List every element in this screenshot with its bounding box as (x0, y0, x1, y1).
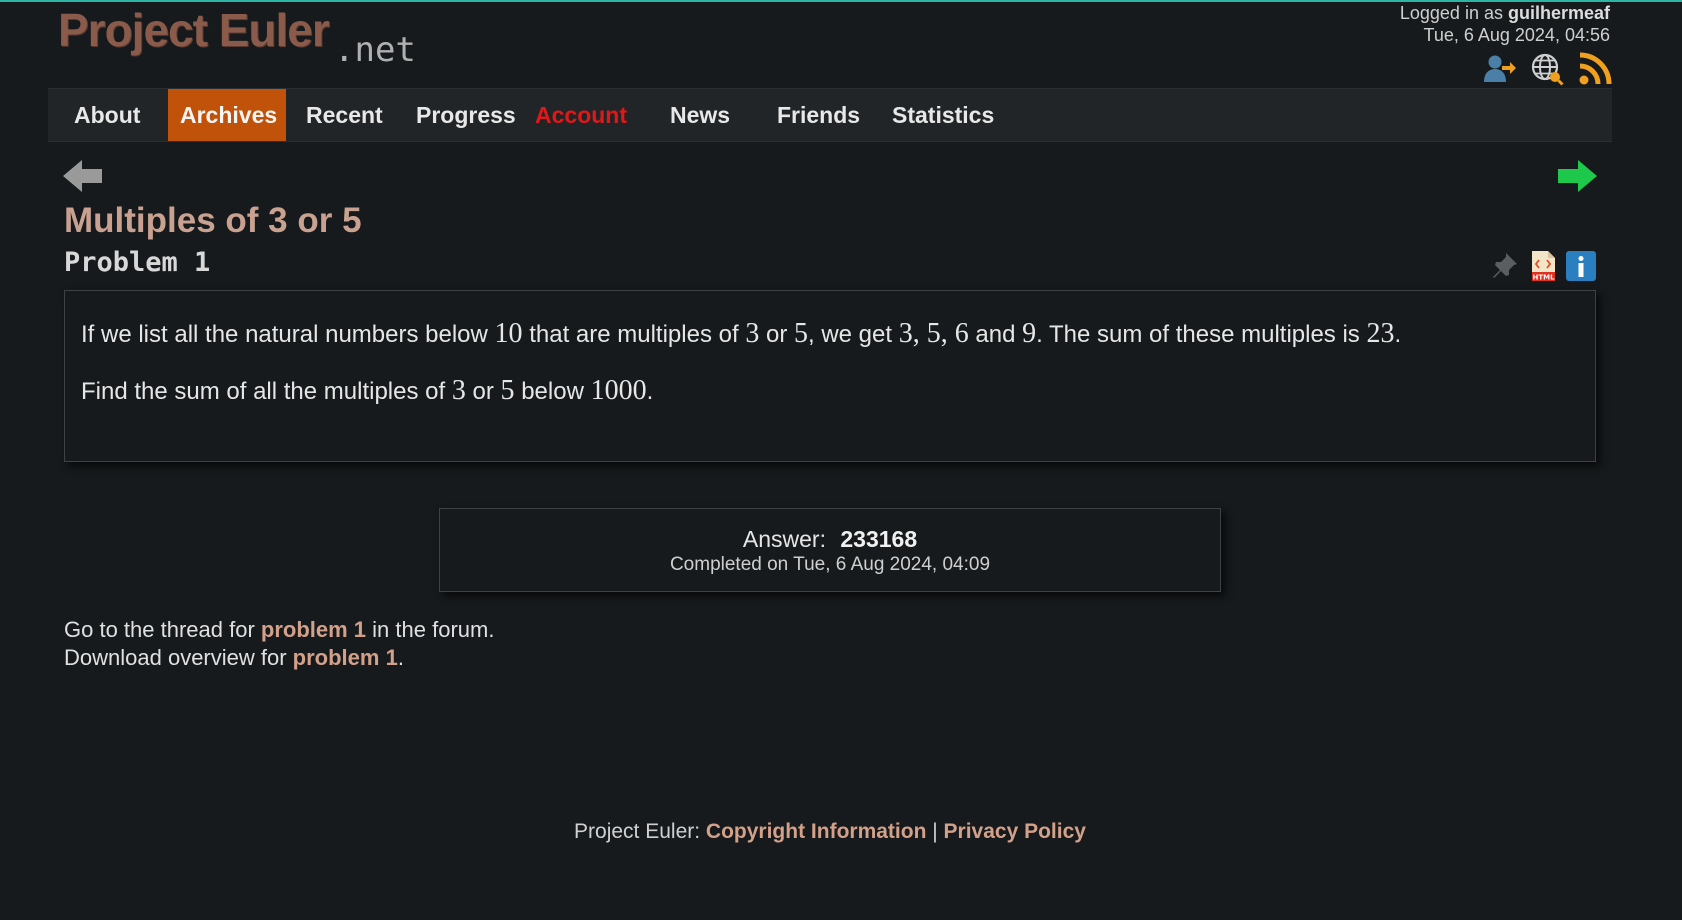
download-overview-link[interactable]: problem 1 (293, 645, 398, 670)
html-file-icon: HTML (1532, 251, 1555, 282)
text: . The sum of these multiples is (1036, 321, 1367, 348)
footer-prefix: Project Euler: (574, 820, 706, 843)
problem-paragraph-1: If we list all the natural numbers below… (81, 317, 1579, 352)
rss-button[interactable] (1578, 52, 1612, 86)
logged-in-prefix: Logged in as (1399, 3, 1508, 23)
text: and (968, 321, 1023, 348)
info-icon (1566, 251, 1596, 281)
answer-value: 233168 (840, 526, 918, 552)
math: 3 (451, 375, 466, 406)
answer-line: Answer: 233168 (440, 525, 1220, 553)
math: 3, 5, 6 (898, 318, 969, 349)
math: 5 (794, 318, 808, 349)
text: . (1394, 321, 1402, 348)
text: If we list all the natural numbers below (81, 321, 495, 348)
pin-icon (1493, 253, 1517, 278)
logout-icon (1484, 55, 1516, 82)
text: or (759, 321, 794, 348)
site-logo[interactable]: Project Euler .net (58, 6, 438, 68)
text: Find the sum of all the multiples of (81, 378, 452, 405)
svg-text:HTML: HTML (1532, 274, 1555, 282)
text: . (397, 645, 404, 670)
footer-separator: | (926, 820, 944, 843)
text: in the forum. (366, 617, 495, 642)
math: 10 (494, 318, 523, 349)
math: 23 (1366, 318, 1395, 349)
pin-button[interactable] (1490, 250, 1520, 282)
logo-suffix: .net (334, 30, 416, 70)
forum-thread-line: Go to the thread for problem 1 in the fo… (64, 616, 494, 644)
math: 9 (1022, 318, 1037, 349)
forum-thread-link[interactable]: problem 1 (261, 617, 366, 642)
nav-recent[interactable]: Recent (294, 89, 395, 141)
language-icon (1531, 53, 1564, 86)
text: that are multiples of (522, 321, 746, 348)
language-button[interactable] (1530, 52, 1564, 86)
copyright-link[interactable]: Copyright Information (706, 820, 926, 843)
nav-statistics[interactable]: Statistics (880, 89, 1006, 141)
html-download-button[interactable]: HTML (1528, 250, 1558, 282)
text: Download overview for (64, 645, 293, 670)
math: 1000 (590, 375, 647, 406)
main-nav: About Archives Recent Progress Account N… (48, 88, 1612, 142)
math: 3 (745, 318, 760, 349)
username: guilhermeaf (1507, 3, 1610, 23)
nav-news[interactable]: News (658, 89, 742, 141)
logged-in-line: Logged in as guilhermeaf (1400, 2, 1610, 24)
user-info: Logged in as guilhermeaf Tue, 6 Aug 2024… (1400, 2, 1610, 46)
current-datetime: Tue, 6 Aug 2024, 04:56 (1423, 25, 1611, 45)
problem-title: Multiples of 3 or 5 (64, 201, 362, 240)
logo-text: Project Euler (58, 4, 330, 56)
problem-statement: If we list all the natural numbers below… (64, 290, 1596, 462)
answer-label: Answer: (742, 526, 826, 552)
completed-date: Completed on Tue, 6 Aug 2024, 04:09 (669, 554, 991, 575)
nav-account[interactable]: Account (523, 89, 639, 141)
nav-progress[interactable]: Progress (404, 89, 528, 141)
text: Go to the thread for (64, 617, 261, 642)
text: , we get (808, 321, 899, 348)
text: below (514, 378, 591, 405)
download-overview-line: Download overview for problem 1. (64, 644, 494, 672)
text: or (465, 378, 501, 405)
problem-number: Problem 1 (64, 247, 211, 278)
logout-button[interactable] (1482, 52, 1516, 86)
arrow-left-icon (63, 160, 102, 192)
text: . (646, 378, 654, 405)
answer-box: Answer: 233168 Completed on Tue, 6 Aug 2… (439, 508, 1221, 592)
info-button[interactable] (1566, 250, 1596, 282)
header-icons (1482, 52, 1612, 86)
problem-tools: HTML (1490, 250, 1596, 282)
nav-about[interactable]: About (62, 89, 152, 141)
problem-links: Go to the thread for problem 1 in the fo… (64, 616, 494, 672)
privacy-policy-link[interactable]: Privacy Policy (944, 820, 1086, 843)
problem-paragraph-2: Find the sum of all the multiples of 3 o… (81, 374, 1579, 409)
nav-friends[interactable]: Friends (765, 89, 872, 141)
math: 5 (500, 375, 515, 406)
nav-archives[interactable]: Archives (168, 89, 286, 141)
footer: Project Euler: Copyright Information | P… (0, 820, 1660, 844)
arrow-right-icon (1558, 160, 1597, 192)
rss-icon (1579, 52, 1612, 85)
